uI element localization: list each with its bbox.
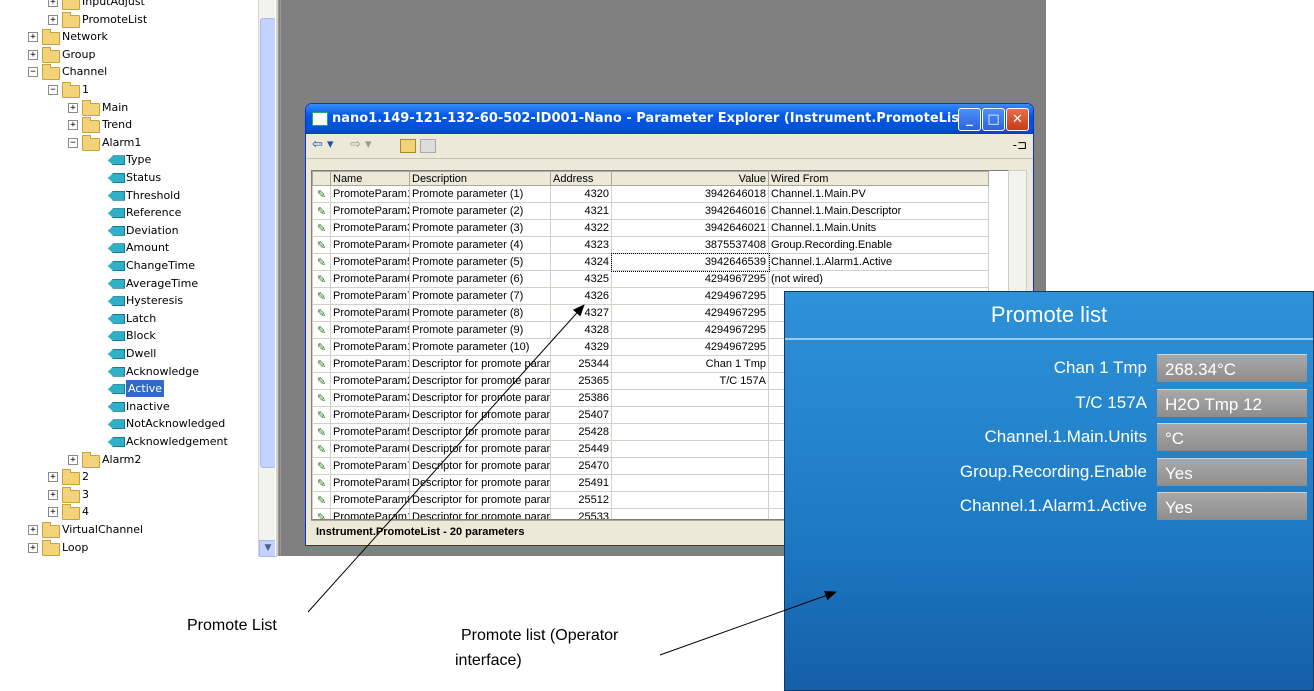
- operator-interface-arrow: [659, 590, 837, 656]
- promote-list-arrow: [307, 304, 585, 613]
- caption-operator-line1: Promote list (Operator: [461, 627, 619, 644]
- caption-operator-line2: interface): [455, 652, 522, 669]
- annotation-arrows: [307, 304, 837, 656]
- caption-promote-list: Promote List: [187, 617, 277, 634]
